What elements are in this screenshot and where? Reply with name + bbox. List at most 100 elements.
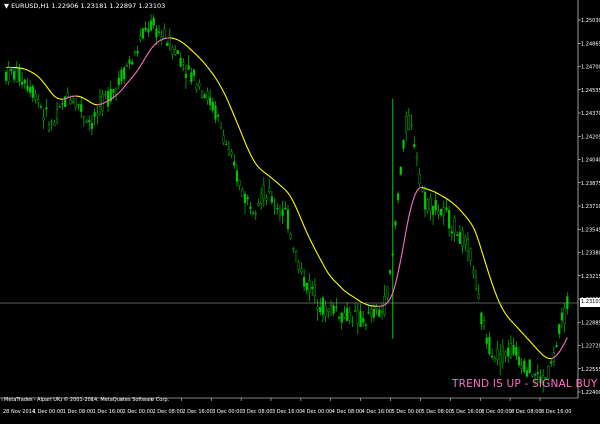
candle-body (550, 362, 552, 364)
candle-body (327, 309, 329, 312)
candle-body (564, 307, 566, 323)
candle-body (472, 271, 474, 273)
candle-body (207, 92, 209, 101)
candle-body (518, 357, 520, 365)
candle-body (368, 312, 370, 313)
candle-body (250, 207, 252, 209)
candle-body (464, 237, 466, 244)
candle-body (322, 298, 324, 315)
candle-body (443, 207, 445, 215)
candle-body (129, 60, 131, 64)
candle-body (486, 338, 488, 344)
candle-body (10, 69, 12, 71)
candle-body (499, 355, 501, 364)
price-tick-label: 1.22555 (581, 367, 600, 373)
candle-body (432, 206, 434, 214)
trend-up-segment (164, 38, 167, 39)
candle-body (421, 189, 423, 192)
dropdown-arrow-icon[interactable]: ▼ (4, 2, 9, 10)
candle-body (53, 123, 55, 126)
candle-body (505, 352, 507, 356)
candle-body (204, 95, 206, 98)
candle-body (233, 162, 235, 166)
candle-body (137, 51, 139, 53)
time-tick-label: 4 Dec 00:00 (302, 409, 332, 415)
candle-body (80, 105, 82, 112)
time-tick-label: 3 Dec 08:00 (242, 409, 272, 415)
candle-body (72, 102, 74, 103)
candle-body (169, 35, 171, 46)
candle-body (123, 68, 125, 79)
candle-body (446, 208, 448, 210)
candle-body (91, 123, 93, 129)
candle-body (228, 149, 230, 155)
candle-body (440, 209, 442, 215)
candle-body (115, 88, 117, 95)
price-tick-label: 1.22885 (581, 320, 600, 326)
candle-body (489, 337, 491, 354)
candle-body (534, 375, 536, 376)
time-tick-label: 2 Dec 00:00 (123, 409, 153, 415)
price-chart[interactable]: 1.250301.248651.247001.245351.243701.242… (0, 0, 600, 420)
candle-body (196, 85, 198, 90)
candle-body (510, 344, 512, 358)
price-tick-label: 1.24040 (581, 158, 600, 164)
candle-body (153, 18, 155, 25)
time-tick-label: 3 Dec 00:00 (212, 409, 242, 415)
candle-body (252, 213, 254, 214)
candle-body (19, 68, 21, 82)
candle-body (292, 249, 294, 250)
price-tick-label: 1.24700 (581, 65, 600, 71)
candle-body (319, 307, 321, 312)
candle-body (287, 210, 289, 229)
ohlc-values: 1.22906 1.23181 1.22897 1.23103 (52, 2, 166, 10)
price-tick-label: 1.22720 (581, 344, 600, 350)
candle-body (43, 117, 45, 120)
candle-body (121, 70, 123, 81)
candle-body (376, 307, 378, 309)
candle-body (212, 102, 214, 110)
candle-body (276, 208, 278, 209)
candle-body (255, 213, 257, 214)
candle-body (21, 82, 23, 84)
candle-body (303, 277, 305, 286)
candle-body (150, 21, 152, 30)
time-tick-label: 2 Dec 08:00 (152, 409, 182, 415)
time-tick-label: 1 Dec 16:00 (93, 409, 123, 415)
candle-body (220, 123, 222, 127)
candle-body (314, 286, 316, 296)
candle-body (185, 74, 187, 78)
candle-body (416, 156, 418, 158)
candle-body (513, 345, 515, 354)
candle-body (126, 65, 128, 67)
candle-body (298, 263, 300, 270)
candle-body (558, 325, 560, 334)
time-tick-label: 4 Dec 16:00 (362, 409, 392, 415)
candle-body (62, 103, 64, 104)
candle-body (244, 194, 246, 203)
candle-body (139, 36, 141, 40)
candle-body (301, 269, 303, 272)
candle-body (451, 232, 453, 233)
candle-body (107, 91, 109, 106)
candle-body (311, 287, 313, 288)
time-tick-label: 8 Dec 16:00 (541, 409, 571, 415)
candle-body (8, 67, 10, 82)
candle-body (507, 348, 509, 356)
candle-body (435, 200, 437, 210)
trend-down-segment (369, 305, 372, 306)
candle-body (515, 347, 517, 355)
candle-body (344, 313, 346, 317)
candle-body (94, 112, 96, 116)
candle-body (548, 366, 550, 378)
candle-body (467, 239, 469, 252)
candle-body (295, 251, 297, 261)
candle-body (381, 312, 383, 313)
candle-body (491, 356, 493, 357)
candle-body (166, 43, 168, 45)
candle-body (32, 86, 34, 97)
candle-body (365, 325, 367, 326)
candle-body (395, 222, 397, 226)
candle-body (29, 87, 31, 92)
candle-body (400, 167, 402, 174)
